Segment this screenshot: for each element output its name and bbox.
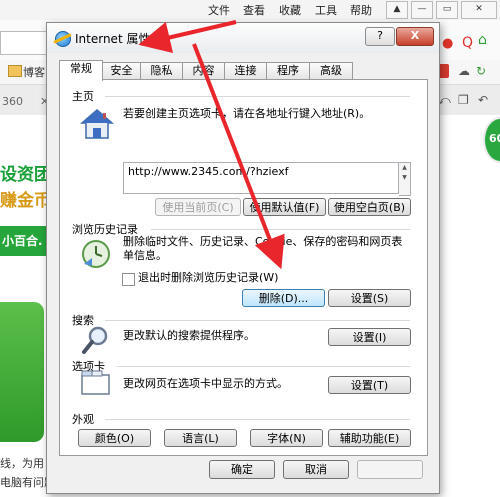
house-icon	[80, 109, 114, 139]
tabs-description: 更改网页在选项卡中显示的方式。	[123, 377, 288, 390]
apply-button[interactable]	[357, 460, 423, 479]
page-text-line-1: 线，为用	[0, 457, 44, 470]
maximize-icon[interactable]: ▭	[436, 1, 458, 19]
divider	[105, 419, 410, 420]
home-green-icon[interactable]: ⌂	[478, 32, 487, 48]
tab-advanced[interactable]: 高级	[309, 62, 353, 80]
minimize-icon[interactable]: —	[411, 1, 433, 19]
fonts-button[interactable]: 字体(N)	[250, 429, 323, 447]
home-description: 若要创建主页选项卡，请在各地址行键入地址(R)。	[123, 107, 371, 120]
dialog-title: Internet 属性	[75, 32, 151, 46]
magnifier-icon	[82, 326, 108, 354]
search-box-icon[interactable]: Q	[462, 35, 473, 51]
refresh-icon[interactable]: ↻	[476, 64, 486, 78]
divider	[151, 229, 410, 230]
home-section-heading: 主页	[72, 90, 94, 103]
cloud-sync-icon[interactable]: ☁	[458, 64, 470, 78]
general-panel: 主页 若要创建主页选项卡，请在各地址行键入地址(R)。 ▲▼ 使用当前页(C) …	[59, 79, 428, 456]
tabs-window-icon	[81, 370, 110, 395]
accessibility-button[interactable]: 辅助功能(E)	[328, 429, 411, 447]
appearance-section-heading: 外观	[72, 413, 94, 426]
cancel-button[interactable]: 取消	[283, 460, 349, 479]
delete-history-button[interactable]: 删除(D)...	[242, 289, 325, 307]
search-settings-button[interactable]: 设置(I)	[328, 328, 411, 346]
menu-file[interactable]: 文件	[208, 2, 230, 18]
close-window-icon[interactable]: ✕	[461, 1, 497, 19]
page-subheadline: 赚金币	[0, 191, 51, 211]
internet-properties-dialog: Internet 属性 ? X 常规 安全 隐私 内容 连接 程序 高级 主页 …	[46, 22, 440, 494]
divider	[117, 366, 410, 367]
tab-content[interactable]: 内容	[182, 62, 225, 80]
delete-on-exit-checkbox[interactable]	[122, 273, 135, 286]
menu-favorites[interactable]: 收藏	[279, 2, 301, 18]
use-current-button[interactable]: 使用当前页(C)	[155, 198, 241, 216]
skin-icon[interactable]: ▲	[386, 1, 408, 19]
home-page-input[interactable]	[123, 162, 399, 194]
close-button[interactable]: X	[396, 27, 434, 46]
promo-image[interactable]	[0, 302, 44, 442]
ok-button[interactable]: 确定	[209, 460, 275, 479]
tab-general[interactable]: 常规	[59, 60, 103, 81]
ie-icon	[55, 31, 71, 47]
use-blank-button[interactable]: 使用空白页(B)	[328, 198, 411, 216]
tab-programs[interactable]: 程序	[266, 62, 310, 80]
tab-connections[interactable]: 连接	[224, 62, 267, 80]
tab-security[interactable]: 安全	[102, 62, 141, 80]
languages-button[interactable]: 语言(L)	[164, 429, 237, 447]
delete-on-exit-label[interactable]: 退出时删除浏览历史记录(W)	[138, 271, 278, 285]
tab-360[interactable]: 360	[2, 95, 23, 108]
menu-view[interactable]: 查看	[243, 2, 265, 18]
use-default-button[interactable]: 使用默认值(F)	[243, 198, 326, 216]
page-headline: 设资团	[0, 165, 51, 185]
menu-help[interactable]: 帮助	[350, 2, 372, 18]
menu-tools[interactable]: 工具	[315, 2, 337, 18]
history-description: 删除临时文件、历史记录、Cookie、保存的密码和网页表单信息。	[123, 235, 403, 262]
undo-icon[interactable]: ↶	[478, 93, 488, 107]
colors-button[interactable]: 颜色(O)	[78, 429, 151, 447]
cloud-icon[interactable]: ●	[442, 36, 453, 51]
divider	[105, 96, 410, 97]
divider	[105, 320, 410, 321]
history-clock-icon	[82, 240, 110, 268]
help-button[interactable]: ?	[365, 27, 395, 46]
search-description: 更改默认的搜索提供程序。	[123, 329, 255, 342]
home-input-scrollbar[interactable]: ▲ ▼	[399, 162, 411, 196]
copy-icon[interactable]: ❐	[458, 93, 469, 107]
folder-icon	[8, 65, 22, 77]
bookmark-blog[interactable]: 博客	[23, 64, 45, 80]
history-settings-button[interactable]: 设置(S)	[328, 289, 411, 307]
tabs-settings-button[interactable]: 设置(T)	[328, 376, 411, 394]
tab-privacy[interactable]: 隐私	[140, 62, 183, 80]
